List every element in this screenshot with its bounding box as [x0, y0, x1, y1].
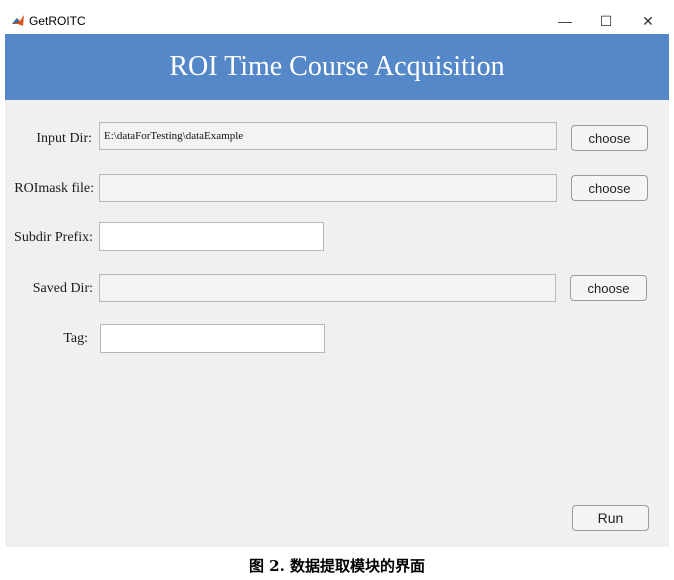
roimask-file-field[interactable]	[99, 174, 557, 202]
roimask-choose-button[interactable]: choose	[571, 175, 648, 201]
maximize-icon[interactable]: ☐	[591, 10, 621, 32]
app-window: GetROITC — ☐ ✕ ROI Time Course Acquisiti…	[5, 6, 669, 547]
page-title: ROI Time Course Acquisition	[169, 51, 505, 82]
run-button[interactable]: Run	[572, 505, 649, 531]
matlab-logo-icon	[11, 14, 25, 28]
tag-field[interactable]	[100, 324, 325, 353]
figure-caption: 图 2. 数据提取模块的界面	[248, 557, 426, 575]
subdir-prefix-field[interactable]	[99, 222, 324, 251]
header-banner: ROI Time Course Acquisition	[5, 34, 669, 100]
minimize-icon[interactable]: —	[550, 10, 580, 32]
saved-dir-field[interactable]	[99, 274, 556, 302]
input-dir-label: Input Dir:	[36, 131, 92, 146]
close-icon[interactable]: ✕	[633, 10, 663, 32]
subdir-prefix-label: Subdir Prefix:	[14, 230, 93, 245]
tag-label: Tag:	[63, 331, 88, 346]
saved-dir-label: Saved Dir:	[32, 281, 93, 296]
saved-dir-choose-button[interactable]: choose	[570, 275, 647, 301]
title-bar: GetROITC — ☐ ✕	[5, 6, 669, 34]
window-title: GetROITC	[29, 14, 86, 28]
roimask-file-label: ROImask file:	[14, 181, 94, 196]
input-dir-choose-button[interactable]: choose	[571, 125, 648, 151]
input-dir-field[interactable]	[99, 122, 557, 150]
